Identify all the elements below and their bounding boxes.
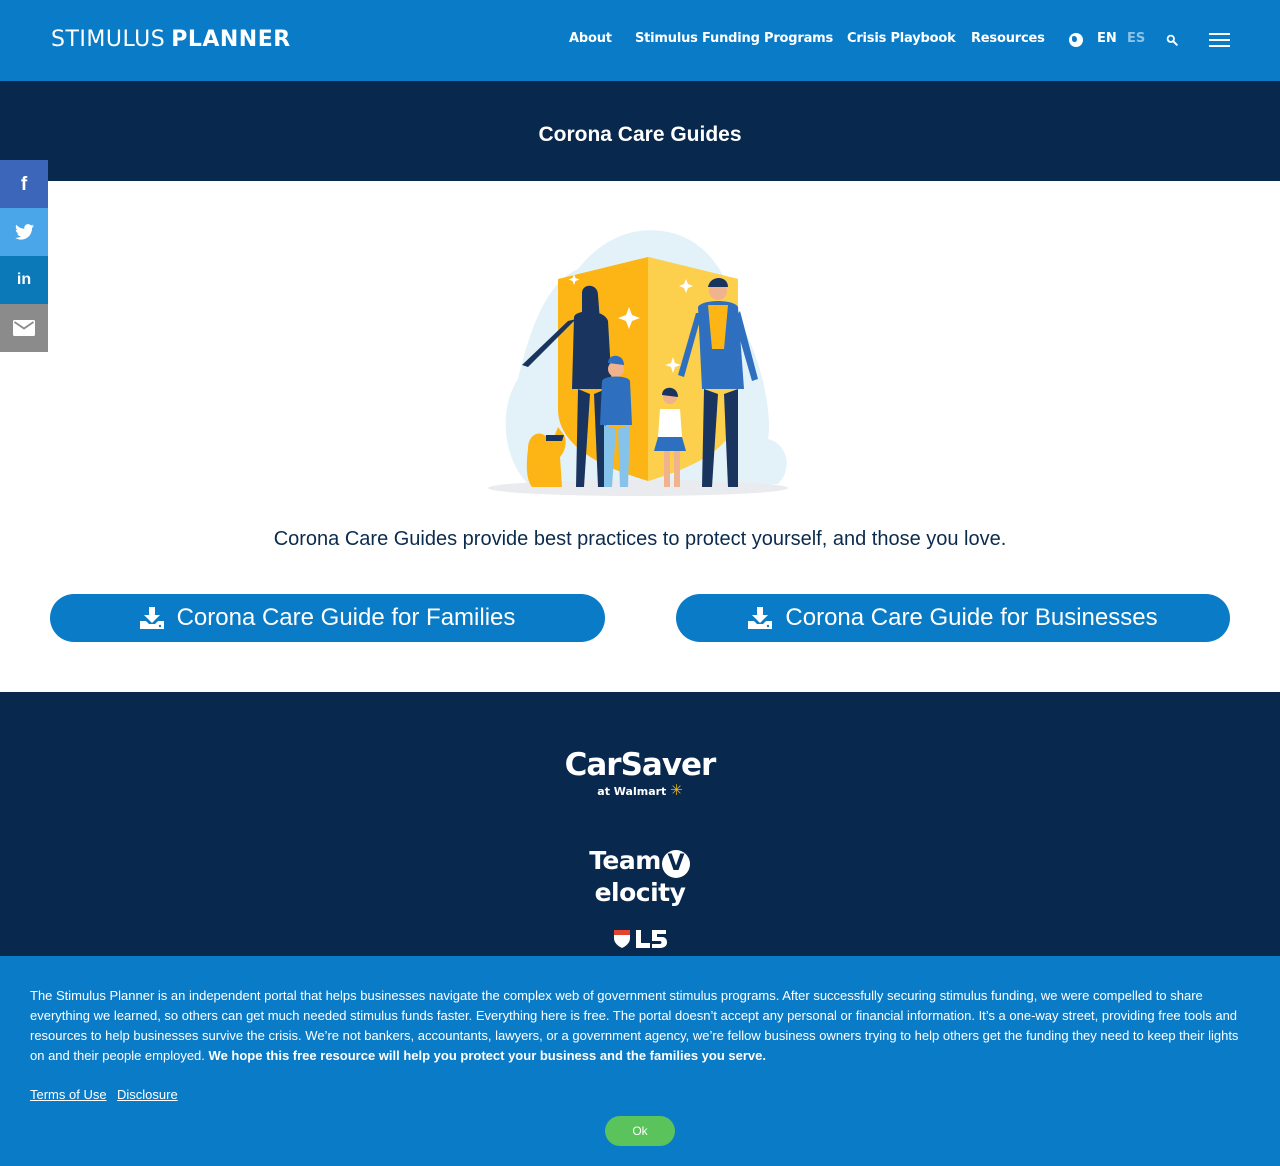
logo-thin-text: STIMULUS xyxy=(51,27,166,52)
carsaver-name: CarSaver xyxy=(564,747,717,783)
terms-of-use-link[interactable]: Terms of Use xyxy=(30,1087,107,1102)
language-es-link[interactable]: ES xyxy=(1127,31,1145,46)
site-logo[interactable]: STIMULUS PLANNER xyxy=(51,27,291,53)
team-velocity-right: elocity xyxy=(594,878,686,907)
carsaver-logo[interactable]: CarSaver at Walmart ✳ xyxy=(560,748,720,804)
twitter-icon xyxy=(14,224,34,240)
download-businesses-guide-button[interactable]: Corona Care Guide for Businesses xyxy=(676,594,1230,642)
facebook-icon: f xyxy=(20,173,28,195)
download-icon xyxy=(748,607,773,629)
share-facebook-button[interactable]: f xyxy=(0,160,48,208)
cookie-banner-text: The Stimulus Planner is an independent p… xyxy=(30,986,1250,1066)
nav-link-stimulus-funding-programs[interactable]: Stimulus Funding Programs xyxy=(635,31,833,49)
hamburger-menu-icon[interactable] xyxy=(1209,33,1230,48)
team-velocity-logo[interactable]: Team Velocity xyxy=(545,846,735,907)
carsaver-sub: at Walmart ✳ xyxy=(560,781,720,799)
disclosure-link[interactable]: Disclosure xyxy=(117,1087,178,1102)
l5-logo[interactable] xyxy=(612,928,668,950)
logo-bold-text: PLANNER xyxy=(171,27,291,52)
cookie-ok-button[interactable]: Ok xyxy=(605,1116,675,1146)
share-twitter-button[interactable] xyxy=(0,208,48,256)
share-email-button[interactable] xyxy=(0,304,48,352)
share-linkedin-button[interactable]: in xyxy=(0,256,48,304)
team-velocity-v: V xyxy=(661,850,690,878)
nav-link-resources[interactable]: Resources xyxy=(971,31,1045,49)
globe-icon xyxy=(1069,33,1083,47)
language-en-link[interactable]: EN xyxy=(1097,31,1117,46)
email-icon xyxy=(13,320,35,336)
team-velocity-left: Team xyxy=(589,846,661,875)
page-title: Corona Care Guides xyxy=(538,123,742,146)
carsaver-sub-text: at Walmart xyxy=(597,785,667,798)
search-icon[interactable] xyxy=(1166,34,1178,46)
nav-link-crisis-playbook[interactable]: Crisis Playbook xyxy=(847,31,956,49)
family-shield-illustration xyxy=(488,230,788,496)
linkedin-icon: in xyxy=(16,271,32,288)
download-families-guide-button[interactable]: Corona Care Guide for Families xyxy=(50,594,605,642)
page-tagline: Corona Care Guides provide best practice… xyxy=(273,528,1007,550)
download-icon xyxy=(139,607,164,629)
download-businesses-guide-label: Corona Care Guide for Businesses xyxy=(785,604,1158,631)
cookie-text-bold: We hope this free resource will help you… xyxy=(208,1048,767,1063)
download-families-guide-label: Corona Care Guide for Families xyxy=(176,604,516,631)
nav-link-about[interactable]: About xyxy=(569,31,612,49)
walmart-spark-icon: ✳ xyxy=(670,781,683,799)
